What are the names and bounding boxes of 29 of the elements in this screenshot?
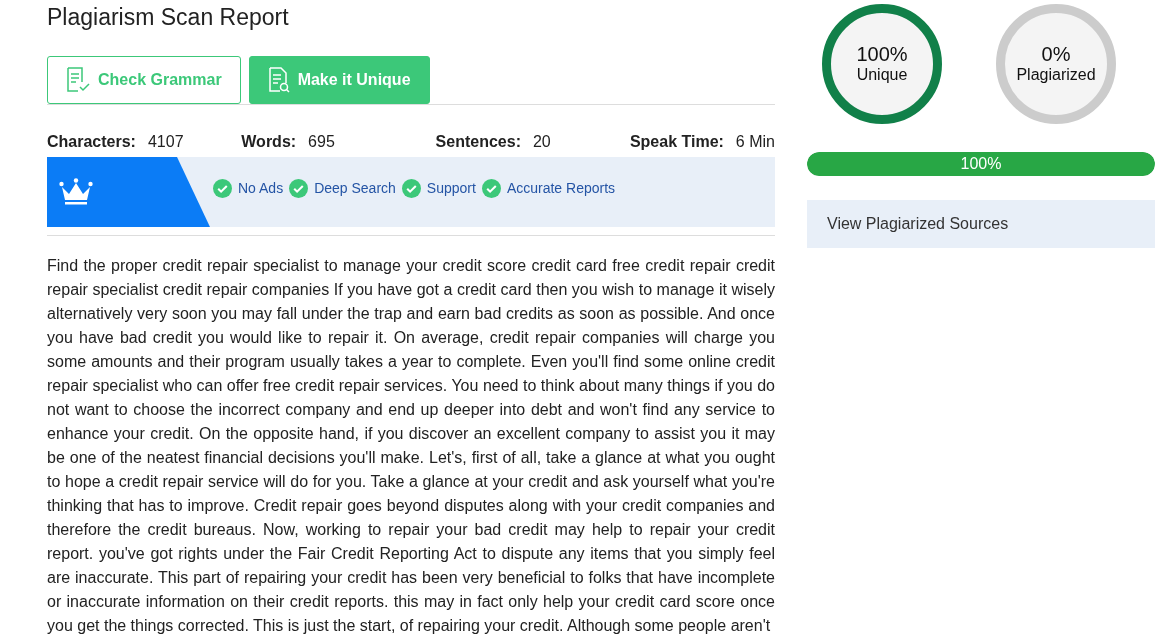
stat-label: Sentences: bbox=[435, 133, 521, 151]
stat-value: 4107 bbox=[147, 133, 184, 151]
stat-value: 695 bbox=[308, 133, 335, 151]
stat-label: Characters: bbox=[47, 133, 136, 151]
check-circle-icon bbox=[289, 178, 309, 198]
feature-label: Deep Search bbox=[314, 180, 396, 196]
score-value: 100% bbox=[856, 43, 908, 65]
view-sources-link[interactable]: View Plagiarized Sources bbox=[807, 200, 1155, 248]
check-circle-icon bbox=[213, 178, 232, 198]
stat-label: Words: bbox=[241, 133, 297, 151]
check-circle-icon bbox=[481, 178, 501, 198]
feature-label: No Ads bbox=[238, 180, 284, 196]
score-value: 0% bbox=[1041, 43, 1071, 65]
progress-reading: 100% bbox=[959, 154, 1003, 174]
check-grammar-button[interactable]: Check Grammar bbox=[47, 56, 241, 104]
score-label: Plagiarized bbox=[1016, 65, 1096, 85]
feature-label: Accurate Reports bbox=[506, 180, 616, 196]
make-unique-button[interactable]: Make it Unique bbox=[248, 56, 430, 104]
page-title: Plagiarism Scan Report bbox=[47, 3, 290, 32]
stat-value: 6 Min bbox=[735, 133, 775, 151]
document-check-icon bbox=[66, 67, 90, 93]
check-circle-icon bbox=[401, 178, 421, 198]
scanned-text: Find the proper credit repair specialist to manage your credit score credit card free credit repair credit repair specialist credit repair companies If you have got a credit card then you wish to manage it wisely alternatively very soon you may fall under the trap and earn bad credits as soon as possible. And once you have bad credit you would like to repair it. On average, credit repair companies will charge you some amounts and their program usually takes a year to complete. Even you'll find some online credit repair specialist who can offer free credit repair services. You need to think about many things if you do not want to choose the incorrect company and end up deeper into debt and won't find any service to enhance your credit. On the opposite hand, if you discover an excellent company to assist you it may be one of the neatest financial decisions you'll make. Let's, first of all, take a glance at what you ought to hope a credit repair service will do for you. Take a glance at your credit and ask yourself what you're thinking that has to improve. Credit repair goes beyond disputes along with your credit companies and therefore the credit bureaus. Now, working to repair your bad credit may help to repair your credit report. you've got rights under the Fair Credit Reporting Act to dispute any items that you simply feel are inaccurate. This part of repairing your credit has been very beneficial to folks that have incomplete or inaccurate information on their credit reports. this may in fact only help your credit card score once you get the things corrected. This is just the start, of repairing your credit. Although some people aren't bbox=[47, 256, 775, 636]
stat-label: Speak Time: bbox=[629, 133, 724, 151]
document-search-icon bbox=[267, 67, 290, 93]
crown-icon bbox=[59, 178, 93, 206]
stat-value: 20 bbox=[532, 133, 551, 151]
feature-label: Support bbox=[426, 180, 476, 196]
score-label: Unique bbox=[856, 65, 908, 85]
